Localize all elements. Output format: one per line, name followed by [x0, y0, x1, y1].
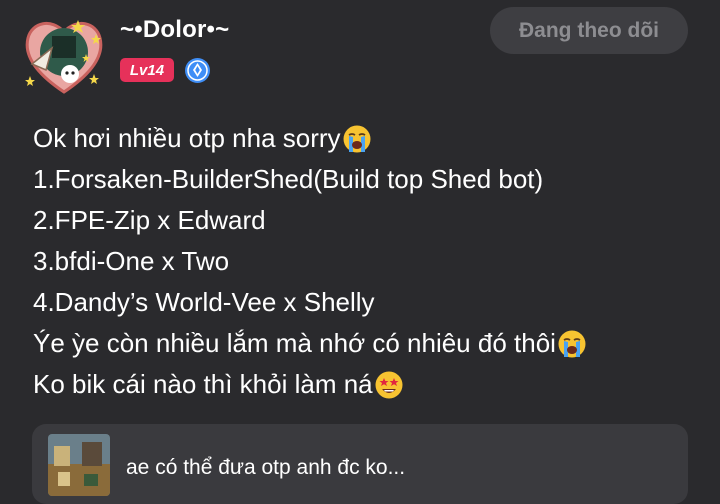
- post-line: 2.FPE-Zip x Edward: [33, 200, 693, 241]
- post-line: Ok hơi nhiều otp nha sorry: [33, 118, 693, 159]
- post-line-text: 2.FPE-Zip x Edward: [33, 205, 266, 235]
- post-line-text: 1.Forsaken-BuilderShed(Build top Shed bo…: [33, 164, 544, 194]
- loudly-crying-face-icon: [558, 330, 586, 357]
- post-line: 1.Forsaken-BuilderShed(Build top Shed bo…: [33, 159, 693, 200]
- post-header: ~•Dolor•~ Lv14 Đang theo dõi: [0, 0, 720, 100]
- loudly-crying-face-icon: [343, 125, 371, 152]
- level-badge: Lv14: [120, 58, 174, 82]
- post-line-text: Ok hơi nhiều otp nha sorry: [33, 123, 341, 153]
- linked-post-thumbnail: [48, 434, 110, 496]
- avatar-frame-icon: [25, 20, 103, 94]
- post-content: Ok hơi nhiều otp nha sorry 1.Forsaken-Bu…: [33, 118, 693, 405]
- star-struck-face-icon: [375, 371, 403, 398]
- post-line-text: Ýe ỳe còn nhiều lắm mà nhớ có nhiêu đó t…: [33, 328, 556, 358]
- username[interactable]: ~•Dolor•~: [120, 16, 229, 44]
- verified-badge-icon: [184, 57, 211, 84]
- post-line-text: 4.Dandy’s World-Vee x Shelly: [33, 287, 375, 317]
- user-avatar[interactable]: [22, 14, 106, 98]
- post-line: Ýe ỳe còn nhiều lắm mà nhớ có nhiêu đó t…: [33, 323, 693, 364]
- linked-post-card[interactable]: ae có thể đưa otp anh đc ko...: [32, 424, 688, 504]
- linked-post-title: ae có thể đưa otp anh đc ko...: [126, 456, 406, 479]
- post-line-text: Ko bik cái nào thì khỏi làm ná: [33, 369, 373, 399]
- post-line: Ko bik cái nào thì khỏi làm ná: [33, 364, 693, 405]
- post-line-text: 3.bfdi-One x Two: [33, 246, 230, 276]
- post-line: 3.bfdi-One x Two: [33, 241, 693, 282]
- following-button[interactable]: Đang theo dõi: [490, 7, 688, 54]
- post-line: 4.Dandy’s World-Vee x Shelly: [33, 282, 693, 323]
